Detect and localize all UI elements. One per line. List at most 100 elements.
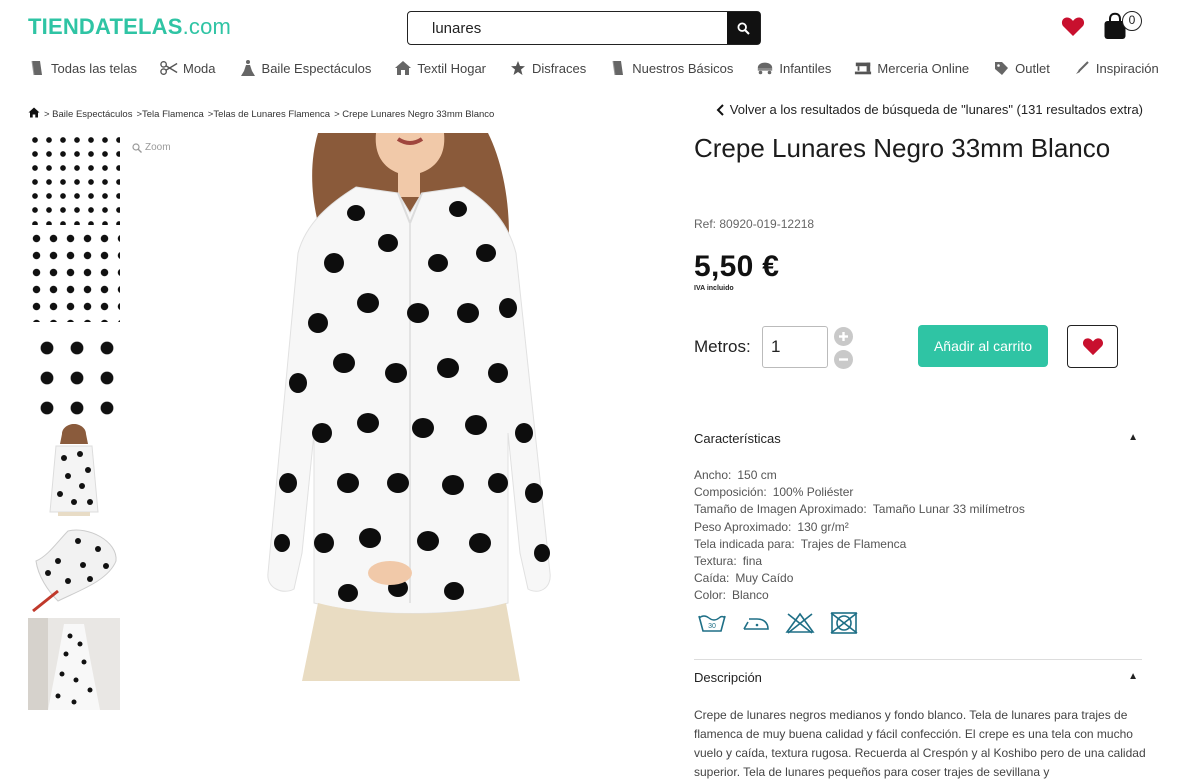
spec-row: Textura: fina [694,553,1025,570]
spec-label: Ancho: [694,468,732,482]
logo-suffix: .com [182,14,232,39]
decrease-quantity-button[interactable] [834,350,853,369]
thumbnail-fabric-large-dots[interactable] [28,327,120,419]
brush-icon [1073,59,1091,77]
search-icon [737,21,750,35]
zoom-icon [132,142,142,153]
nav-item-moda[interactable]: Moda [160,58,216,78]
search-box [407,11,761,45]
nav-item-outlet[interactable]: Outlet [992,58,1050,78]
spec-value: fina [742,554,763,569]
baby-icon [756,59,774,77]
chevron-left-icon [716,103,724,116]
description-title: Descripción [694,670,762,685]
spec-label: Caída: [694,571,730,586]
heart-icon [1082,338,1103,356]
nav-label: Moda [183,60,216,76]
spec-label: Tela indicada para: [694,536,795,551]
nav-label: Infantiles [779,60,832,76]
nav-item-textil-hogar[interactable]: Textil Hogar [394,58,486,78]
metros-label: Metros: [694,337,751,356]
breadcrumb-current: > Crepe Lunares Negro 33mm Blanco [334,108,495,120]
care-symbols: 30 [696,610,860,636]
sewing-machine-icon [854,59,872,77]
breadcrumb-link[interactable]: > Baile Espectáculos [44,109,132,120]
spec-row: Composición: 100% Poliéster [694,484,1025,501]
description-text: Crepe de lunares negros medianos y fondo… [694,708,1146,779]
fabric-icon [609,59,627,77]
logo-main: TIENDATELAS [28,14,183,39]
tag-icon [992,59,1010,77]
spec-label: Tamaño de Imagen Aproximado: [694,502,867,517]
thumbnail-fabric-small-dots[interactable] [28,133,120,225]
spec-label: Color: [694,588,727,603]
nav-label: Outlet [1015,60,1050,76]
breadcrumb-link[interactable]: >Telas de Lunares Flamenca [208,109,330,120]
thumbnail-fabric-medium-dots[interactable] [28,230,120,322]
characteristics-header[interactable]: Características ▲ [694,431,1142,446]
back-link-label: Volver a los resultados de búsqueda de "… [729,102,1143,117]
nav-item-todas-las-telas[interactable]: Todas las telas [28,58,137,78]
no-tumble-dry-icon [828,610,860,636]
add-to-wishlist-button[interactable] [1067,325,1118,368]
main-product-image[interactable] [258,133,560,681]
nav-item-disfraces[interactable]: Disfraces [509,58,586,78]
dancer-icon [239,59,257,77]
thumbnail-dress-model[interactable] [28,618,120,710]
iron-low-icon [740,610,772,636]
description-header[interactable]: Descripción ▲ [694,670,1142,685]
spec-value: 100% Poliéster [772,485,854,500]
spec-row: Caída: Muy Caído [694,570,1025,587]
wash-temp: 30 [708,623,716,630]
spec-row: Color: Blanco [694,587,1025,604]
plus-icon [839,332,848,341]
back-to-results-link[interactable]: Volver a los resultados de búsqueda de "… [716,102,1143,117]
breadcrumb-link[interactable]: >Tela Flamenca [136,109,203,120]
heart-icon [1061,17,1085,36]
nav-label: Textil Hogar [417,60,487,76]
thumbnail-shirt-model[interactable] [28,424,120,516]
spec-value: Tamaño Lunar 33 milímetros [872,502,1025,517]
wash-30-icon: 30 [696,610,728,636]
chevron-up-icon: ▲ [1128,432,1138,443]
product-price: 5,50 € [694,250,780,283]
spec-value: 130 gr/m² [797,519,849,534]
spec-row: Ancho: 150 cm [694,467,1025,484]
nav-label: Todas las telas [51,60,137,76]
nav-label: Inspiración [1095,60,1159,76]
nav-label: Disfraces [532,60,587,76]
product-ref: Ref: 80920-019-12218 [694,217,815,231]
nav-item-baile-espectaculos[interactable]: Baile Espectáculos [239,58,371,78]
nav-item-nuestros-basicos[interactable]: Nuestros Básicos [609,58,733,78]
increase-quantity-button[interactable] [834,327,853,346]
nav-item-merceria-online[interactable]: Merceria Online [854,58,969,78]
no-bleach-icon [784,610,816,636]
characteristics-list: Ancho: 150 cm Composición: 100% Poliéster … [694,467,1025,605]
house-icon [394,59,412,77]
quantity-input[interactable] [762,326,828,368]
scissors-icon [160,59,178,77]
characteristics-title: Características [694,431,781,446]
cart-count-badge: 0 [1122,11,1142,31]
home-icon[interactable] [28,107,40,121]
minus-icon [839,358,848,361]
spec-row: Peso Aproximado: 130 gr/m² [694,519,1025,536]
zoom-label: Zoom [145,142,171,153]
spec-row: Tamaño de Imagen Aproximado: Tamaño Lunar… [694,501,1025,518]
zoom-control[interactable]: Zoom [132,142,171,153]
site-logo[interactable]: TIENDATELAS.com [28,14,231,40]
section-divider [694,659,1142,660]
wishlist-button[interactable] [1061,16,1085,42]
nav-item-infantiles[interactable]: Infantiles [756,58,831,78]
nav-label: Merceria Online [877,60,970,76]
spec-value: 150 cm [737,468,777,482]
nav-item-inspiracion[interactable]: Inspiración [1073,58,1159,78]
add-to-cart-button[interactable]: Añadir al carrito [918,325,1048,367]
spec-label: Textura: [694,554,737,569]
search-button[interactable] [727,12,760,44]
spec-value: Muy Caído [735,571,794,586]
spec-row: Tela indicada para: Trajes de Flamenca [694,536,1025,553]
thumbnail-dancer[interactable] [28,521,120,613]
search-input[interactable] [408,12,727,44]
nav-label: Nuestros Básicos [632,60,734,76]
